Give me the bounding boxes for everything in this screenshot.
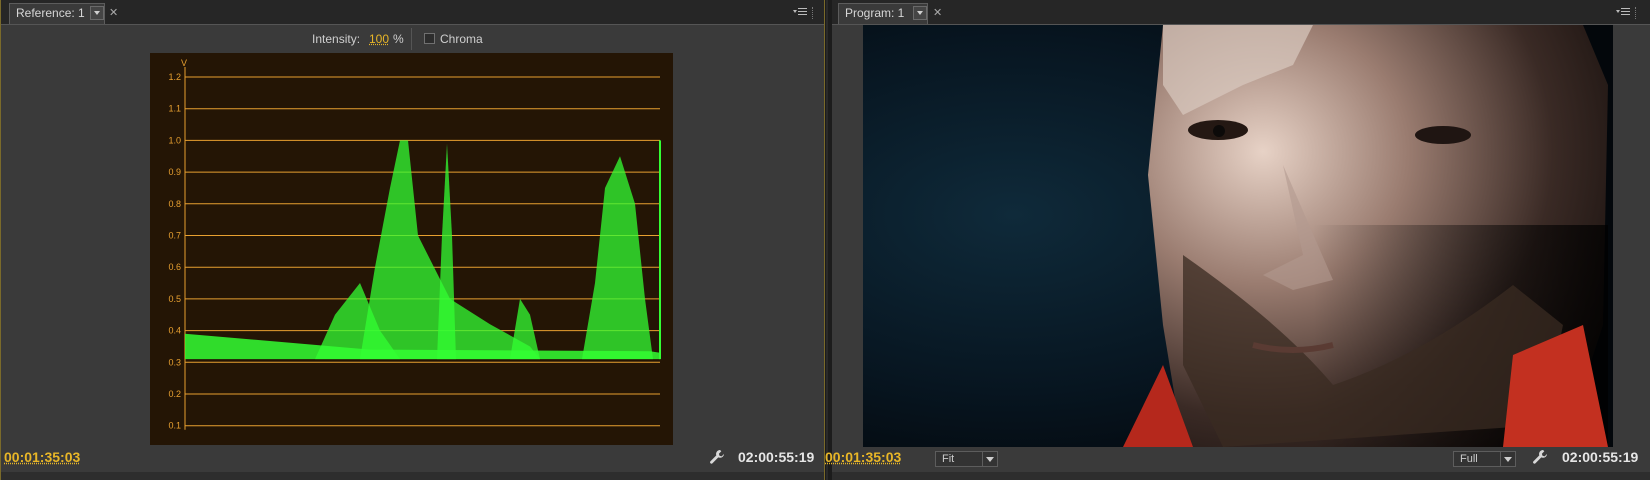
program-current-timecode[interactable]: 00:01:35:03 [825, 449, 901, 465]
program-video-frame[interactable] [863, 25, 1613, 447]
waveform-trace-peak [437, 143, 456, 360]
program-monitor-panel: Program: 1 ✕ 00:01:35:03 Fit Full 02:00:… [825, 0, 1650, 480]
chroma-label: Chroma [440, 32, 483, 46]
chevron-down-icon [982, 452, 997, 466]
waveform-scope: V 1.2 1.1 1.0 0.9 0.8 0.7 0.6 0.5 0.4 0.3 0.2 0.1 [150, 53, 673, 445]
toolbar-divider [411, 28, 412, 50]
panel-divider[interactable] [825, 0, 832, 480]
program-bottom-strip [832, 472, 1650, 480]
wrench-icon[interactable] [709, 449, 725, 465]
reference-tab-bar: Reference: 1 ✕ [1, 0, 824, 25]
waveform-tick-label: 0.5 [168, 294, 181, 304]
reference-current-timecode[interactable]: 00:01:35:03 [4, 449, 80, 465]
intensity-value[interactable]: 100 [369, 32, 389, 46]
waveform-unit-label: V [181, 58, 187, 68]
wrench-icon[interactable] [1532, 449, 1548, 465]
waveform-tick-label: 0.2 [168, 389, 181, 399]
zoom-level-select[interactable]: Fit [935, 451, 998, 467]
program-tab-dropdown[interactable] [913, 6, 927, 20]
reference-toolbar: Intensity: 100 % Chroma [1, 26, 824, 52]
panel-grip[interactable] [1635, 7, 1640, 19]
panel-menu-icon[interactable] [1616, 7, 1630, 17]
intensity-label: Intensity: [312, 32, 361, 46]
waveform-tick-label: 1.0 [168, 135, 181, 145]
resolution-select[interactable]: Full [1453, 451, 1516, 467]
waveform-tick-label: 0.3 [168, 357, 181, 367]
waveform-trace-peak [510, 298, 540, 360]
waveform-tick-label: 1.1 [168, 104, 181, 114]
resolution-value: Full [1460, 453, 1478, 465]
waveform-plot: V1.2 1.1 1.0 0.9 0.8 0.7 0.6 0.5 0.4 0.3 0.2 0.1 [168, 58, 661, 431]
reference-tab-label: Reference: 1 [16, 6, 85, 20]
waveform-tick-label: 0.4 [168, 326, 181, 336]
waveform-tick-label: 0.7 [168, 231, 181, 241]
program-tab-label: Program: 1 [845, 6, 905, 20]
waveform-tick-label: 0.8 [168, 199, 181, 209]
close-icon[interactable]: ✕ [109, 6, 118, 19]
reference-monitor-panel: Reference: 1 ✕ Intensity: 100 % Chroma V… [0, 0, 825, 480]
reference-bottom-strip [1, 472, 824, 480]
close-icon[interactable]: ✕ [933, 6, 942, 19]
waveform-tick-label: 0.9 [168, 167, 181, 177]
program-tab-bar: Program: 1 ✕ [832, 0, 1650, 25]
program-duration: 02:00:55:19 [1562, 449, 1639, 465]
waveform-tick-label: 1.2 [168, 72, 181, 82]
chroma-checkbox[interactable] [424, 33, 435, 44]
reference-tab-dropdown[interactable] [90, 6, 104, 20]
chevron-down-icon [1500, 452, 1515, 466]
reference-duration: 02:00:55:19 [738, 449, 815, 465]
intensity-unit: % [393, 32, 404, 46]
waveform-trace-peak [582, 156, 653, 360]
waveform-tick-label: 0.6 [168, 262, 181, 272]
program-tab[interactable]: Program: 1 [838, 3, 928, 24]
reference-tab[interactable]: Reference: 1 [9, 3, 105, 24]
panel-grip[interactable] [812, 7, 817, 19]
panel-menu-icon[interactable] [793, 7, 807, 17]
zoom-level-value: Fit [942, 453, 955, 465]
video-still-image [863, 25, 1613, 447]
waveform-tick-label: 0.1 [168, 421, 181, 431]
